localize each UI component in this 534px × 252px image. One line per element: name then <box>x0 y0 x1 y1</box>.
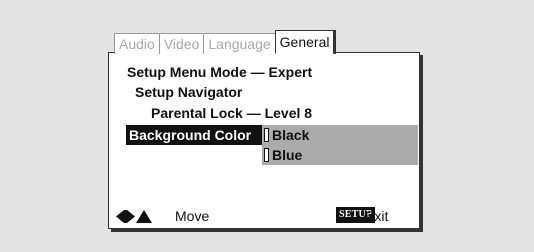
option-black-label: Black <box>272 127 310 143</box>
tab-general[interactable]: General <box>274 30 335 54</box>
option-blue[interactable]: Blue <box>264 147 302 163</box>
exit-hint: Exit <box>365 208 389 224</box>
menu-item-setup-navigator[interactable]: Setup Navigator <box>135 84 242 100</box>
option-marker-icon <box>264 148 269 162</box>
arrow-left-icon <box>116 210 124 223</box>
option-marker-icon <box>264 128 269 142</box>
arrow-right-icon <box>127 210 135 223</box>
tab-bar: Audio Video Language General <box>114 30 335 54</box>
arrow-up-icon <box>136 210 152 223</box>
option-blue-label: Blue <box>272 147 303 163</box>
move-hint: Move <box>175 208 210 224</box>
direction-arrows-icon <box>116 210 152 223</box>
menu-item-background-color-label: Background Color <box>129 127 252 143</box>
menu-item-parental-lock[interactable]: Parental Lock — Level 8 <box>151 105 312 121</box>
option-black[interactable]: Black <box>264 127 309 143</box>
menu-item-setup-menu-mode[interactable]: Setup Menu Mode — Expert <box>127 64 312 80</box>
tab-audio[interactable]: Audio <box>114 33 160 54</box>
tab-video[interactable]: Video <box>158 33 205 54</box>
tab-language[interactable]: Language <box>203 33 276 54</box>
